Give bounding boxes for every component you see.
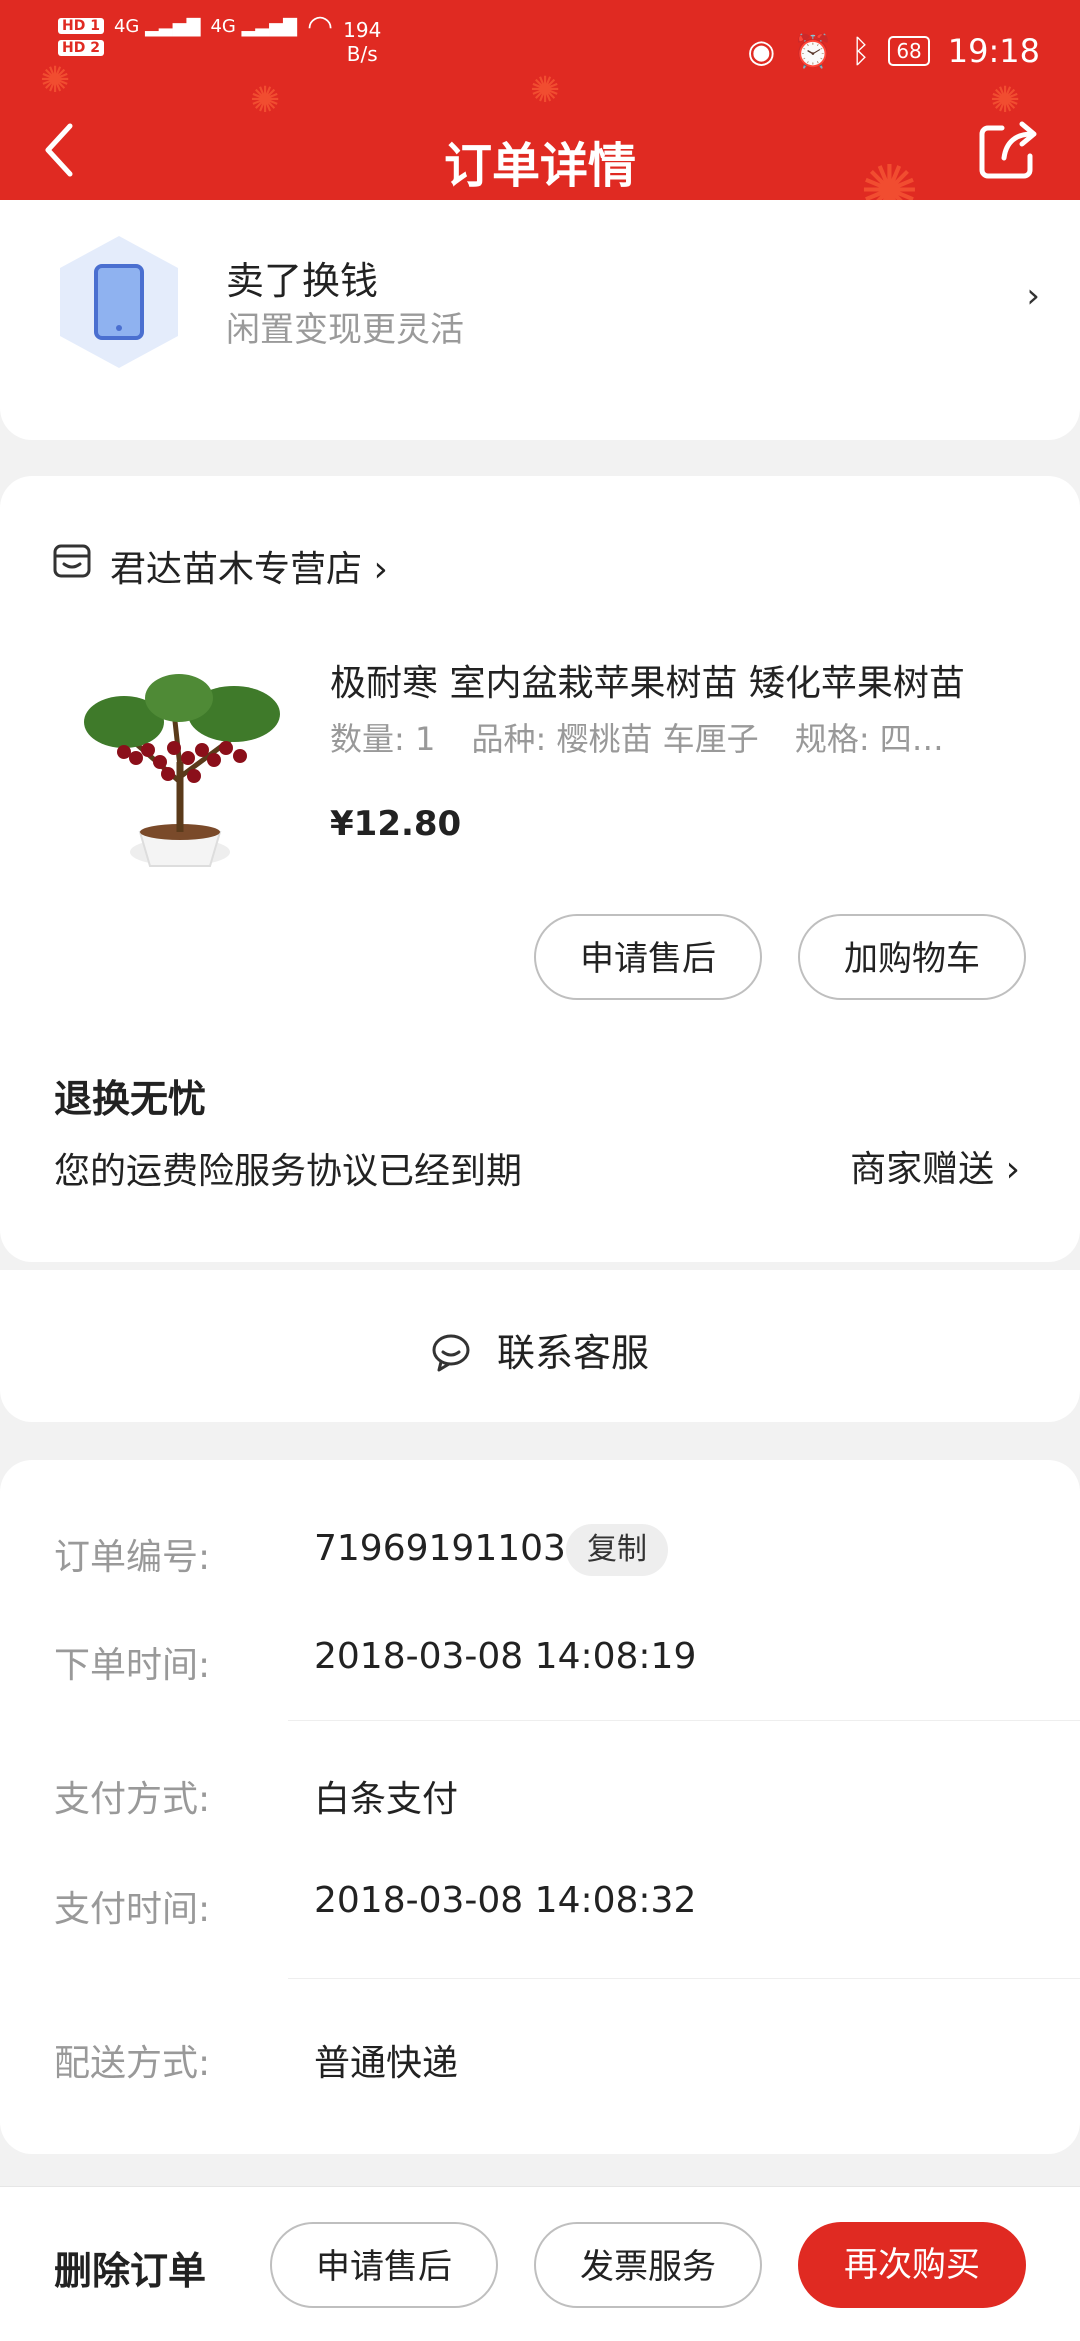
pay-time-value: 2018-03-08 14:08:32 [314, 1880, 697, 1921]
hd2-badge: HD 2 [58, 40, 104, 56]
bluetooth-icon: ᛒ [851, 32, 871, 70]
status-right: ◉ ⏰ ᛒ 68 19:18 [747, 32, 1040, 70]
sell-chevron-icon: › [1026, 276, 1040, 316]
tablet-icon [60, 236, 178, 368]
wifi-icon: ◠ [306, 9, 334, 44]
firework-decoration: ✺ [250, 80, 281, 121]
worry-free-title: 退换无忧 [54, 1077, 207, 1121]
contact-service-label: 联系客服 [497, 1331, 650, 1375]
signal2-label: 4G [210, 16, 236, 37]
divider [288, 1720, 1080, 1721]
shop-chevron-icon: › [373, 549, 388, 590]
hd-badges: HD 1 HD 2 [58, 18, 104, 56]
delivery-value: 普通快递 [314, 2043, 459, 2084]
product-size: 规格: 四… [794, 720, 944, 758]
signal2-icon: 4G ▂▃▅▇ [210, 16, 297, 37]
divider [288, 1978, 1080, 1979]
eye-icon: ◉ [747, 32, 776, 70]
product-image[interactable] [64, 652, 296, 872]
buy-again-button[interactable]: 再次购买 [798, 2222, 1026, 2308]
pay-time-label: 支付时间: [54, 1889, 211, 1930]
share-icon[interactable] [976, 118, 1040, 182]
invoice-service-button[interactable]: 发票服务 [534, 2222, 762, 2308]
shop-name-link[interactable]: 君达苗木专营店 › [110, 540, 388, 592]
signal1-icon: 4G ▂▃▅▇ [113, 16, 201, 37]
contact-service-button[interactable]: 联系客服 [0, 1322, 1080, 1377]
delete-order-button[interactable]: 删除订单 [54, 2240, 206, 2295]
firework-decoration: ✺ [990, 80, 1021, 121]
order-time-value: 2018-03-08 14:08:19 [314, 1636, 697, 1677]
pay-method-value: 白条支付 [314, 1779, 459, 1820]
delivery-label: 配送方式: [54, 2043, 211, 2084]
product-qty: 数量: 1 [330, 720, 436, 758]
copy-button[interactable]: 复制 [566, 1524, 668, 1576]
after-sale-button[interactable]: 申请售后 [534, 914, 762, 1000]
product-spec: 数量: 1 品种: 樱桃苗 车厘子 规格: 四… [330, 714, 970, 760]
firework-decoration: ✺ [530, 70, 561, 111]
sell-title: 卖了换钱 [226, 259, 379, 303]
order-time-label: 下单时间: [54, 1645, 211, 1686]
product-variety: 品种: 樱桃苗 车厘子 [471, 720, 759, 758]
sell-subtitle: 闲置变现更灵活 [226, 310, 464, 350]
status-bar: HD 1 HD 2 4G ▂▃▅▇ 4G ▂▃▅▇ ◠ 194 B/s ◉ ⏰ … [58, 9, 1040, 74]
add-to-cart-button[interactable]: 加购物车 [798, 914, 1026, 1000]
order-no-value: 71969191103 [314, 1528, 566, 1569]
pay-method-label: 支付方式: [54, 1779, 211, 1820]
shipping-insurance-text: 您的运费险服务协议已经到期 [54, 1151, 523, 1192]
speed-unit: B/s [346, 42, 378, 66]
header: ✺ ✺ ✺ ✺ ✺ HD 1 HD 2 4G ▂▃▅▇ 4G ▂▃▅▇ ◠ 19… [0, 0, 1080, 228]
shop-name: 君达苗木专营店 [110, 549, 363, 590]
speed-value: 194 [343, 18, 382, 42]
signal1-label: 4G [113, 16, 140, 37]
page-title: 订单详情 [443, 138, 636, 194]
chat-icon [432, 1334, 470, 1372]
alarm-icon: ⏰ [793, 32, 834, 70]
hd1-badge: HD 1 [58, 18, 104, 34]
bottom-after-sale-button[interactable]: 申请售后 [270, 2222, 498, 2308]
clock-time: 19:18 [947, 32, 1040, 70]
order-no-label: 订单编号: [54, 1537, 211, 1578]
status-left: HD 1 HD 2 4G ▂▃▅▇ 4G ▂▃▅▇ ◠ 194 B/s [58, 9, 381, 66]
shop-icon [53, 544, 91, 578]
merchant-gift-link[interactable]: 商家赠送 › [850, 1140, 1020, 1192]
network-speed: 194 B/s [343, 18, 381, 66]
product-title[interactable]: 极耐寒 室内盆栽苹果树苗 矮化苹果树苗 [330, 654, 990, 706]
battery-icon: 68 [888, 36, 930, 66]
product-price: ¥12.80 [330, 804, 462, 844]
